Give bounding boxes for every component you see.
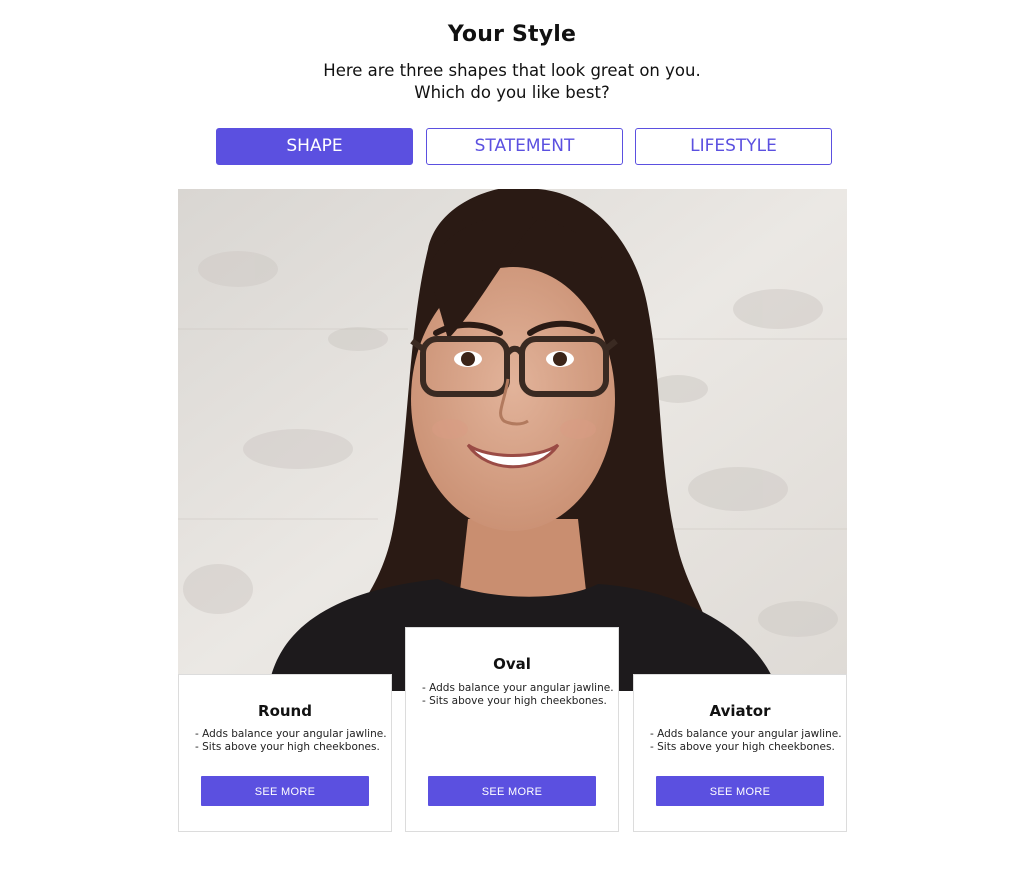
page-subtitle: Here are three shapes that look great on… <box>0 60 1024 104</box>
shape-description: - Adds balance your angular jawline. - S… <box>650 728 842 754</box>
shape-point: - Sits above your high cheekbones. <box>195 741 380 753</box>
shape-name: Aviator <box>709 702 771 720</box>
shape-description: - Adds balance your angular jawline. - S… <box>422 682 614 708</box>
shape-card-oval: Oval - Adds balance your angular jawline… <box>405 627 619 832</box>
page-title: Your Style <box>447 22 577 47</box>
portrait-image <box>178 189 847 691</box>
shape-name: Oval <box>493 655 531 673</box>
tab-shape[interactable]: SHAPE <box>216 128 413 165</box>
tab-lifestyle[interactable]: LIFESTYLE <box>635 128 832 165</box>
shape-point: - Adds balance your angular jawline. <box>195 728 387 740</box>
subtitle-line-1: Here are three shapes that look great on… <box>323 61 701 80</box>
shape-point: - Adds balance your angular jawline. <box>650 728 842 740</box>
shape-name: Round <box>258 702 312 720</box>
shape-point: - Sits above your high cheekbones. <box>422 695 607 707</box>
portrait-photo <box>178 189 847 691</box>
shape-card-round: Round - Adds balance your angular jawlin… <box>178 674 392 832</box>
shape-card-aviator: Aviator - Adds balance your angular jawl… <box>633 674 847 832</box>
shape-point: - Adds balance your angular jawline. <box>422 682 614 694</box>
see-more-button[interactable]: SEE MORE <box>428 776 596 806</box>
tab-statement[interactable]: STATEMENT <box>426 128 623 165</box>
see-more-button[interactable]: SEE MORE <box>201 776 369 806</box>
shape-description: - Adds balance your angular jawline. - S… <box>195 728 387 754</box>
style-tabs: SHAPE STATEMENT LIFESTYLE <box>216 128 833 165</box>
style-page: Your Style Here are three shapes that lo… <box>0 0 1024 869</box>
shape-point: - Sits above your high cheekbones. <box>650 741 835 753</box>
see-more-button[interactable]: SEE MORE <box>656 776 824 806</box>
subtitle-line-2: Which do you like best? <box>414 83 610 102</box>
